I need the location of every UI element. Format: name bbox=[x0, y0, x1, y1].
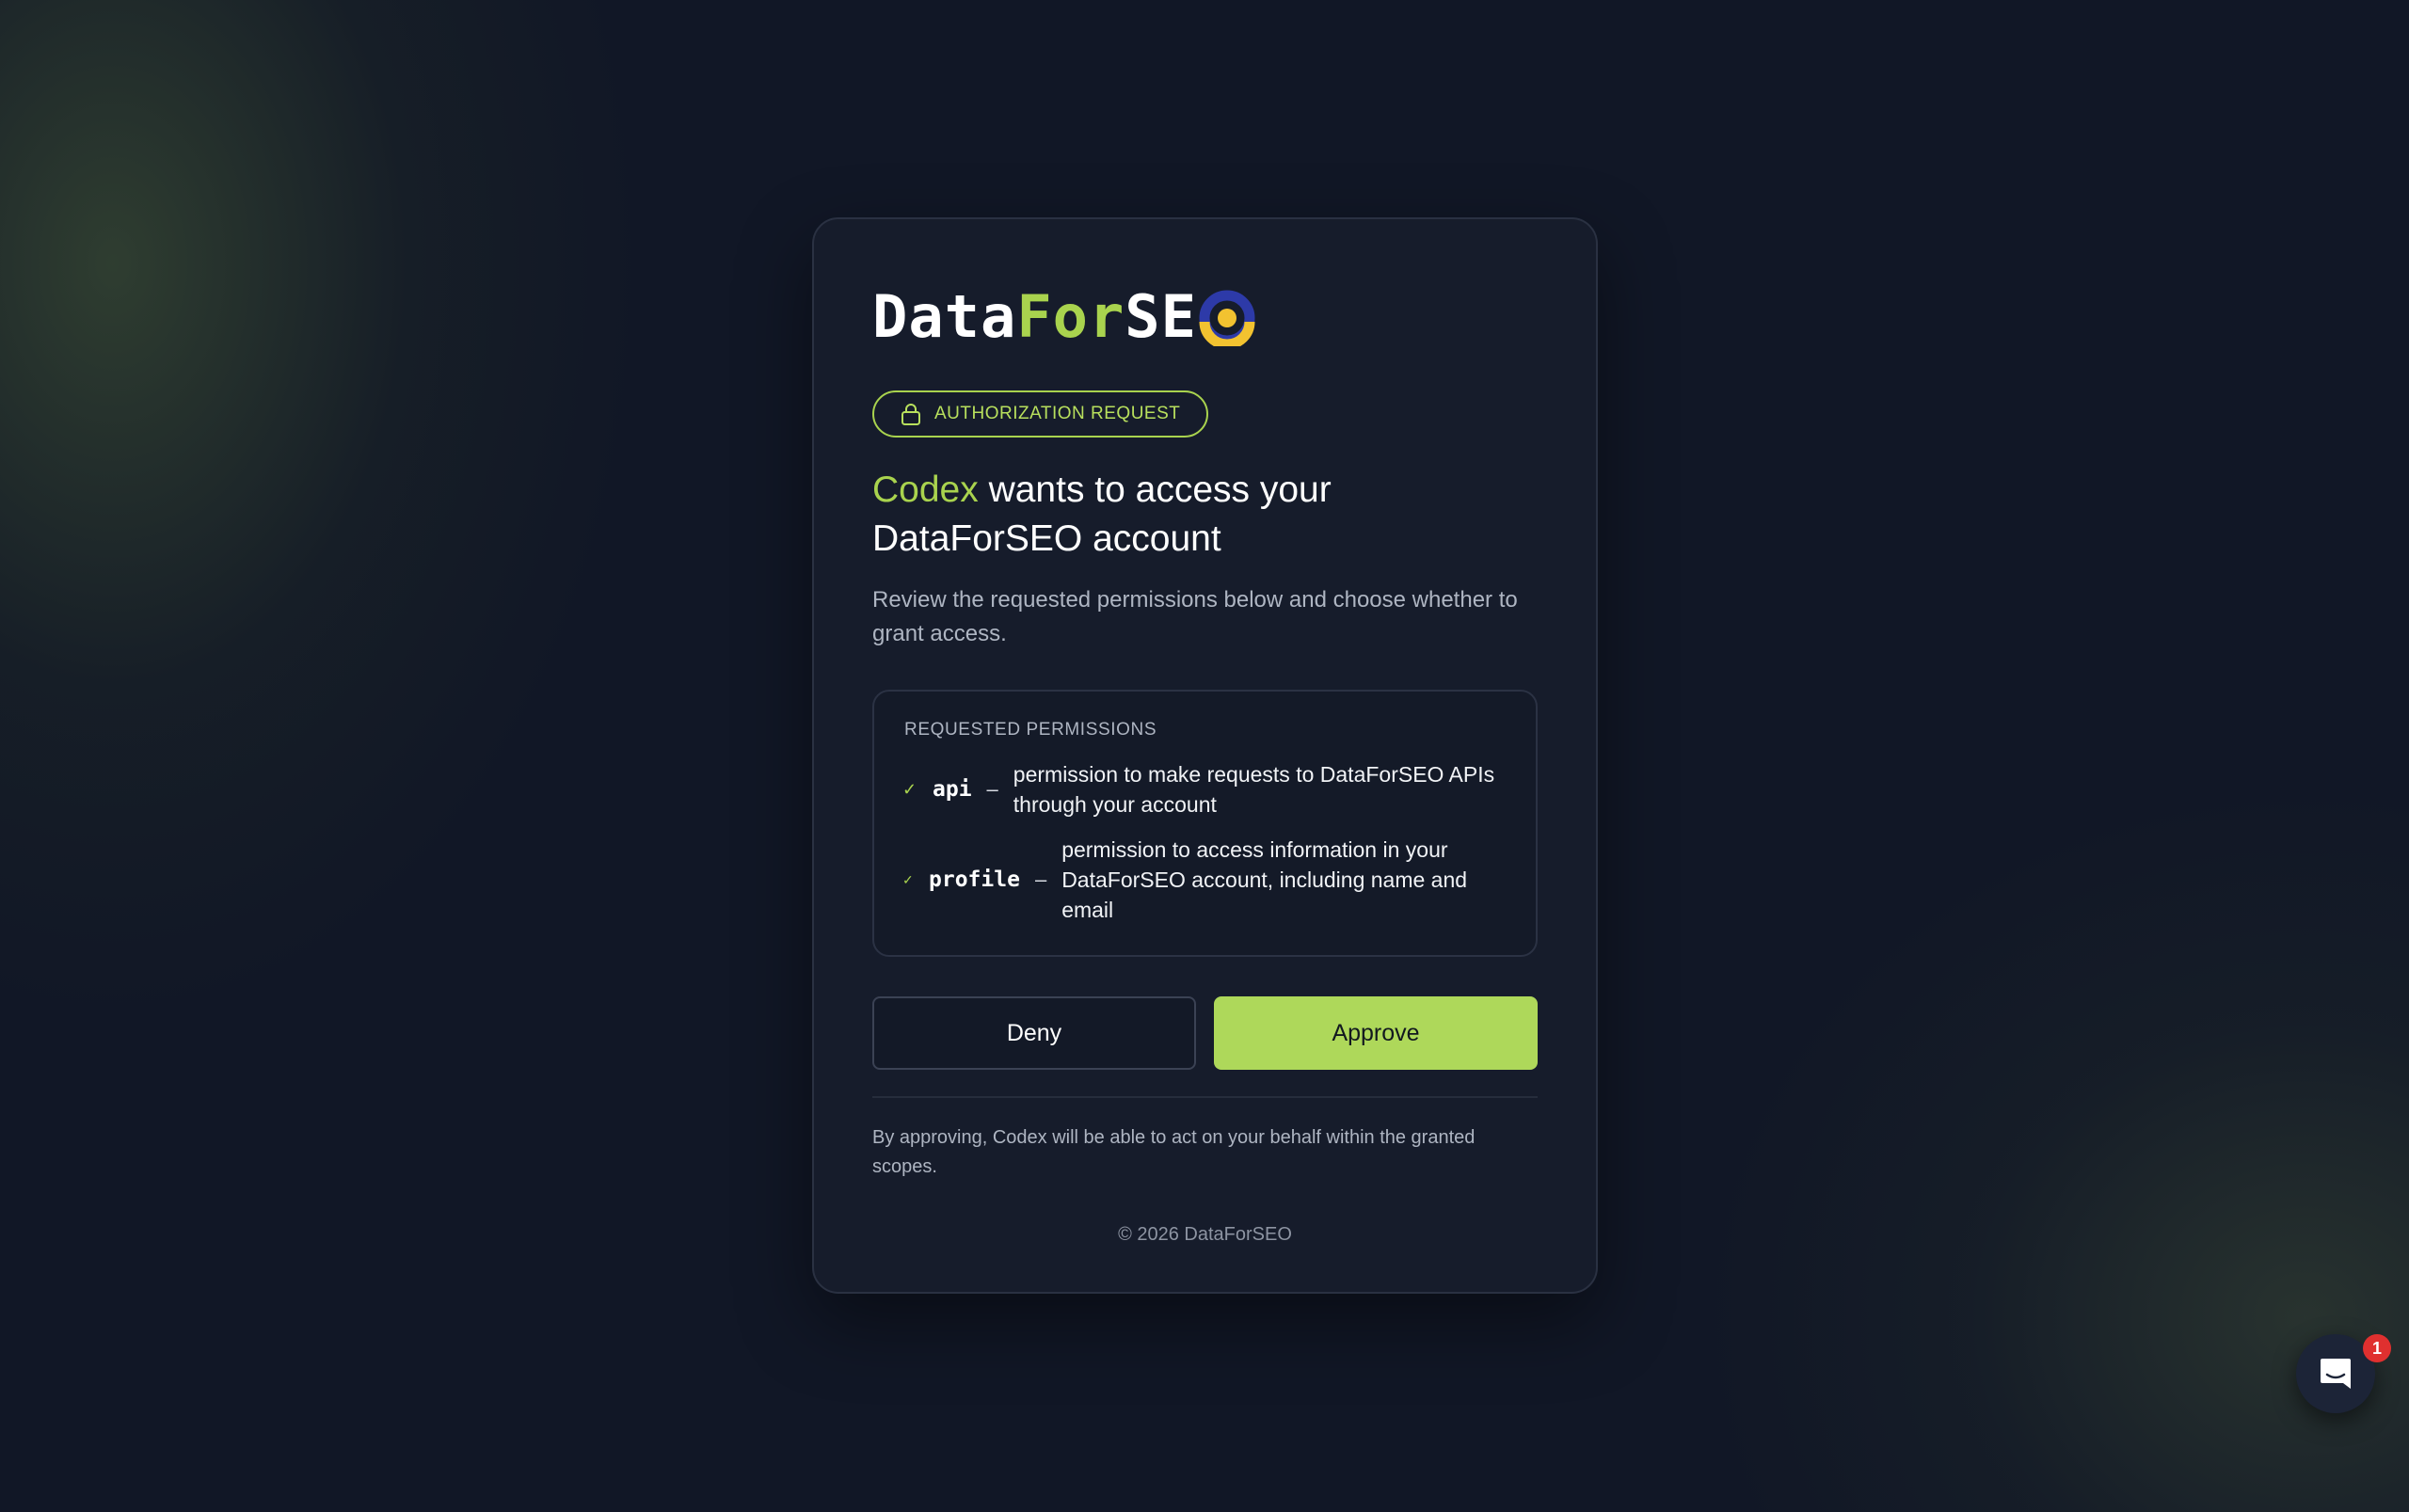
chat-unread-badge: 1 bbox=[2363, 1334, 2391, 1362]
permission-scope: api bbox=[933, 777, 972, 802]
logo-text-se: SE bbox=[1125, 281, 1197, 351]
copyright: © 2026 DataForSEO bbox=[1118, 1224, 1292, 1245]
authorization-card: Data For SE AUTHORIZATION REQUEST Codex wa… bbox=[812, 217, 1598, 1294]
logo-text-data: Data bbox=[872, 281, 1017, 351]
permission-separator: – bbox=[986, 777, 998, 801]
logo-o-icon bbox=[1199, 290, 1255, 350]
badge-label: AUTHORIZATION REQUEST bbox=[934, 404, 1181, 423]
authorization-badge: AUTHORIZATION REQUEST bbox=[872, 390, 1209, 438]
permission-separator: – bbox=[1034, 867, 1047, 891]
logo-text-for: For bbox=[1016, 281, 1125, 351]
page-title: Codex wants to access your DataForSEO ac… bbox=[872, 466, 1538, 564]
permission-item-api: ✓ api – permission to make requests to D… bbox=[902, 759, 1503, 820]
permission-scope: profile bbox=[929, 867, 1020, 892]
approve-button[interactable]: Approve bbox=[1214, 996, 1538, 1070]
deny-button[interactable]: Deny bbox=[872, 996, 1196, 1070]
dataforseo-logo: Data For SE bbox=[872, 282, 1255, 351]
permission-description: permission to make requests to DataForSE… bbox=[1013, 762, 1495, 817]
divider bbox=[872, 1096, 1538, 1098]
check-icon: ✓ bbox=[902, 779, 917, 799]
chat-icon bbox=[2321, 1359, 2351, 1389]
page-subtitle: Review the requested permissions below a… bbox=[872, 587, 1518, 646]
permissions-box: REQUESTED PERMISSIONS ✓ api – permission… bbox=[872, 690, 1538, 957]
permission-description: permission to access information in your… bbox=[1061, 837, 1468, 922]
permissions-title: REQUESTED PERMISSIONS bbox=[904, 720, 1157, 740]
approval-note: By approving, Codex will be able to act … bbox=[872, 1127, 1476, 1177]
lock-icon bbox=[901, 404, 920, 425]
app-name: Codex bbox=[872, 470, 979, 510]
check-icon: ✓ bbox=[902, 871, 914, 887]
permission-item-profile: ✓ profile – permission to access informa… bbox=[902, 835, 1513, 925]
